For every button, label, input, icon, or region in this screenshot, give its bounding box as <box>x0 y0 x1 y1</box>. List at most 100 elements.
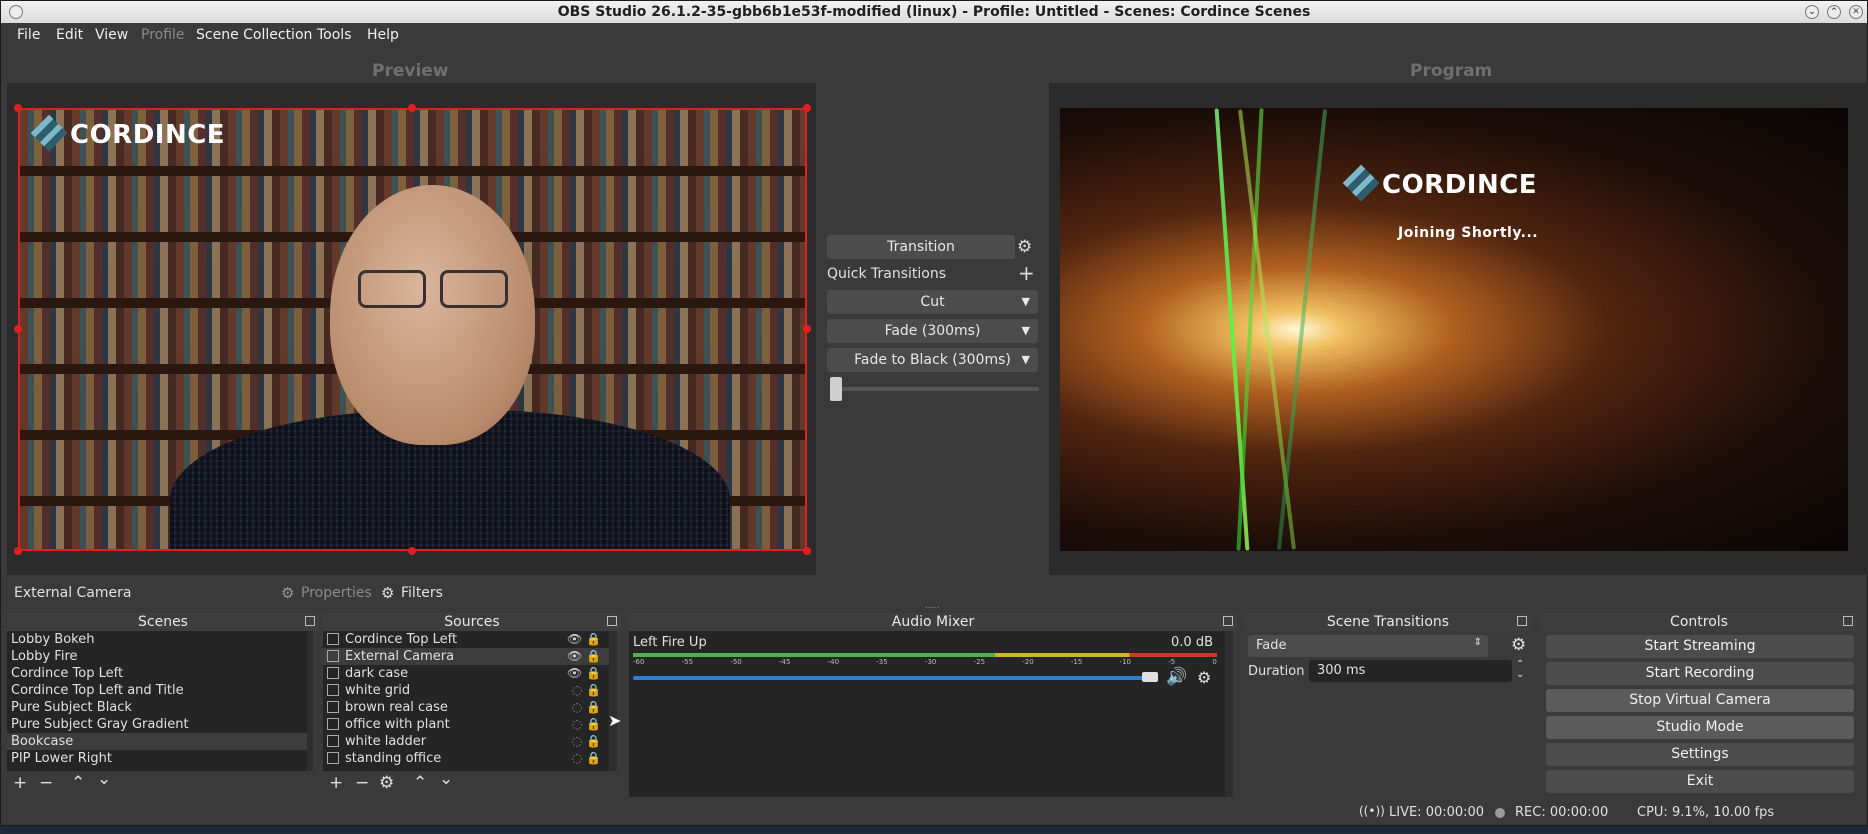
source-name: white grid <box>345 683 411 698</box>
float-dock-icon[interactable] <box>1223 616 1233 626</box>
settings-button[interactable]: Settings <box>1546 743 1854 766</box>
transition-properties-gear-icon[interactable]: ⚙ <box>1511 635 1526 655</box>
transition-select[interactable]: Fade ⇕ <box>1248 635 1488 657</box>
list-item[interactable]: Pure Subject Gray Gradient <box>7 716 307 733</box>
audio-level-db: 0.0 dB <box>1171 635 1213 650</box>
list-item[interactable]: Lobby Bokeh <box>7 631 307 648</box>
source-context-bar: External Camera ⚙ Properties ⚙ Filters .… <box>7 581 1868 611</box>
move-down-icon[interactable]: ⌄ <box>439 769 453 789</box>
hidden-eye-icon[interactable]: ◌ 🔒 <box>572 699 601 716</box>
float-dock-icon[interactable] <box>1517 616 1527 626</box>
menu-tools[interactable]: Tools <box>317 27 352 43</box>
glasses-lens <box>358 270 426 308</box>
float-dock-icon[interactable] <box>607 616 617 626</box>
source-row[interactable]: white ladder ◌ 🔒 <box>323 733 609 750</box>
list-item-selected[interactable]: Bookcase <box>7 733 307 750</box>
volume-slider-track[interactable] <box>633 676 1155 680</box>
quick-transition-fade-to-black[interactable]: Fade to Black (300ms) ▼ <box>827 348 1038 372</box>
add-quick-transition-icon[interactable]: + <box>1018 261 1035 285</box>
list-item[interactable]: Pure Subject Black <box>7 699 307 716</box>
source-properties-gear-icon[interactable]: ⚙ <box>379 773 394 793</box>
source-row[interactable]: brown real case ◌ 🔒 <box>323 699 609 716</box>
move-down-icon[interactable]: ⌄ <box>97 769 111 789</box>
source-row[interactable]: office with plant ◌ 🔒 <box>323 716 609 733</box>
splitter-handle[interactable]: ..... <box>925 601 939 611</box>
visibility-eye-icon[interactable]: 👁 🔒 <box>567 665 601 682</box>
minimize-icon[interactable]: ⌄ <box>1805 5 1819 19</box>
chevron-down-icon[interactable]: ▼ <box>1022 319 1030 343</box>
quick-transition-cut[interactable]: Cut ▼ <box>827 290 1038 314</box>
source-row-selected[interactable]: External Camera 👁 🔒 <box>323 648 609 665</box>
visibility-eye-icon[interactable]: 👁 🔒 <box>567 648 601 665</box>
resize-handle[interactable] <box>408 547 416 555</box>
start-streaming-button[interactable]: Start Streaming <box>1546 635 1854 658</box>
menu-profile[interactable]: Profile <box>141 27 185 43</box>
audio-mixer-scrollbar[interactable] <box>1225 631 1233 797</box>
resize-handle[interactable] <box>803 325 811 333</box>
transition-button[interactable]: Transition <box>827 235 1015 259</box>
remove-source-icon[interactable]: − <box>355 773 369 793</box>
filters-button[interactable]: Filters <box>401 585 443 601</box>
add-scene-icon[interactable]: + <box>13 773 27 793</box>
hidden-eye-icon[interactable]: ◌ 🔒 <box>572 716 601 733</box>
hidden-eye-icon[interactable]: ◌ 🔒 <box>572 750 601 767</box>
remove-scene-icon[interactable]: − <box>39 773 53 793</box>
sources-scrollbar[interactable] <box>609 631 617 771</box>
menu-edit[interactable]: Edit <box>56 27 83 43</box>
source-row[interactable]: Cordince Top Left 👁 🔒 <box>323 631 609 648</box>
chevron-down-icon[interactable]: ▼ <box>1022 348 1030 372</box>
close-icon[interactable]: ✕ <box>1849 5 1863 19</box>
quick-transitions-label: Quick Transitions <box>827 266 947 282</box>
duration-spinbox[interactable]: 300 ms <box>1309 660 1512 682</box>
quick-transition-fade[interactable]: Fade (300ms) ▼ <box>827 319 1038 343</box>
stop-virtual-camera-button[interactable]: Stop Virtual Camera <box>1546 689 1854 712</box>
menu-scene-collection[interactable]: Scene Collection <box>196 27 312 43</box>
status-bar: ((•)) LIVE: 00:00:00 REC: 00:00:00 CPU: … <box>1 801 1867 825</box>
add-source-icon[interactable]: + <box>329 773 343 793</box>
float-dock-icon[interactable] <box>1843 616 1853 626</box>
volume-slider-handle[interactable] <box>1142 672 1158 682</box>
resize-handle[interactable] <box>803 547 811 555</box>
list-item[interactable]: Cordince Top Left <box>7 665 307 682</box>
live-broadcast-icon: ((•)) <box>1359 804 1385 818</box>
spinbox-down-icon[interactable]: ⌄ <box>1516 669 1524 680</box>
preview-canvas[interactable]: CORDINCE <box>18 108 807 551</box>
source-row[interactable]: white grid ◌ 🔒 <box>323 682 609 699</box>
exit-button[interactable]: Exit <box>1546 770 1854 793</box>
t-bar-handle[interactable] <box>830 377 842 401</box>
menu-file[interactable]: File <box>17 27 40 43</box>
start-recording-button[interactable]: Start Recording <box>1546 662 1854 685</box>
resize-handle[interactable] <box>408 104 416 112</box>
maximize-icon[interactable]: ⌃ <box>1827 5 1841 19</box>
move-up-icon[interactable]: ⌃ <box>413 773 427 793</box>
studio-mode-button[interactable]: Studio Mode <box>1546 716 1854 739</box>
resize-handle[interactable] <box>803 104 811 112</box>
list-item[interactable]: Cordince Top Left and Title <box>7 682 307 699</box>
chevron-down-icon[interactable]: ▼ <box>1022 290 1030 314</box>
list-item[interactable]: PIP Lower Right <box>7 750 307 767</box>
source-row[interactable]: standing office ◌ 🔒 <box>323 750 609 767</box>
menu-view[interactable]: View <box>95 27 128 43</box>
window-menu-icon[interactable] <box>9 5 23 19</box>
list-item[interactable]: Lobby Fire <box>7 648 307 665</box>
resize-handle[interactable] <box>14 325 22 333</box>
menu-help[interactable]: Help <box>367 27 399 43</box>
source-name: standing office <box>345 751 442 766</box>
audio-settings-gear-icon[interactable]: ⚙ <box>1197 668 1211 687</box>
move-up-icon[interactable]: ⌃ <box>71 773 85 793</box>
t-bar-track[interactable] <box>831 387 1039 391</box>
meter-tick: -60 <box>633 658 645 666</box>
visibility-eye-icon[interactable]: 👁 🔒 <box>567 631 601 648</box>
resize-handle[interactable] <box>14 104 22 112</box>
resize-handle[interactable] <box>14 547 22 555</box>
light-streak <box>1214 108 1250 551</box>
speaker-icon[interactable]: 🔊 <box>1166 667 1187 687</box>
hidden-eye-icon[interactable]: ◌ 🔒 <box>572 682 601 699</box>
properties-button[interactable]: Properties <box>301 585 372 601</box>
transition-gear-icon[interactable]: ⚙ <box>1017 237 1032 257</box>
hidden-eye-icon[interactable]: ◌ 🔒 <box>572 733 601 750</box>
controls-title: Controls <box>1670 614 1728 630</box>
scenes-scrollbar[interactable] <box>307 631 313 771</box>
float-dock-icon[interactable] <box>305 616 315 626</box>
source-row[interactable]: dark case 👁 🔒 <box>323 665 609 682</box>
